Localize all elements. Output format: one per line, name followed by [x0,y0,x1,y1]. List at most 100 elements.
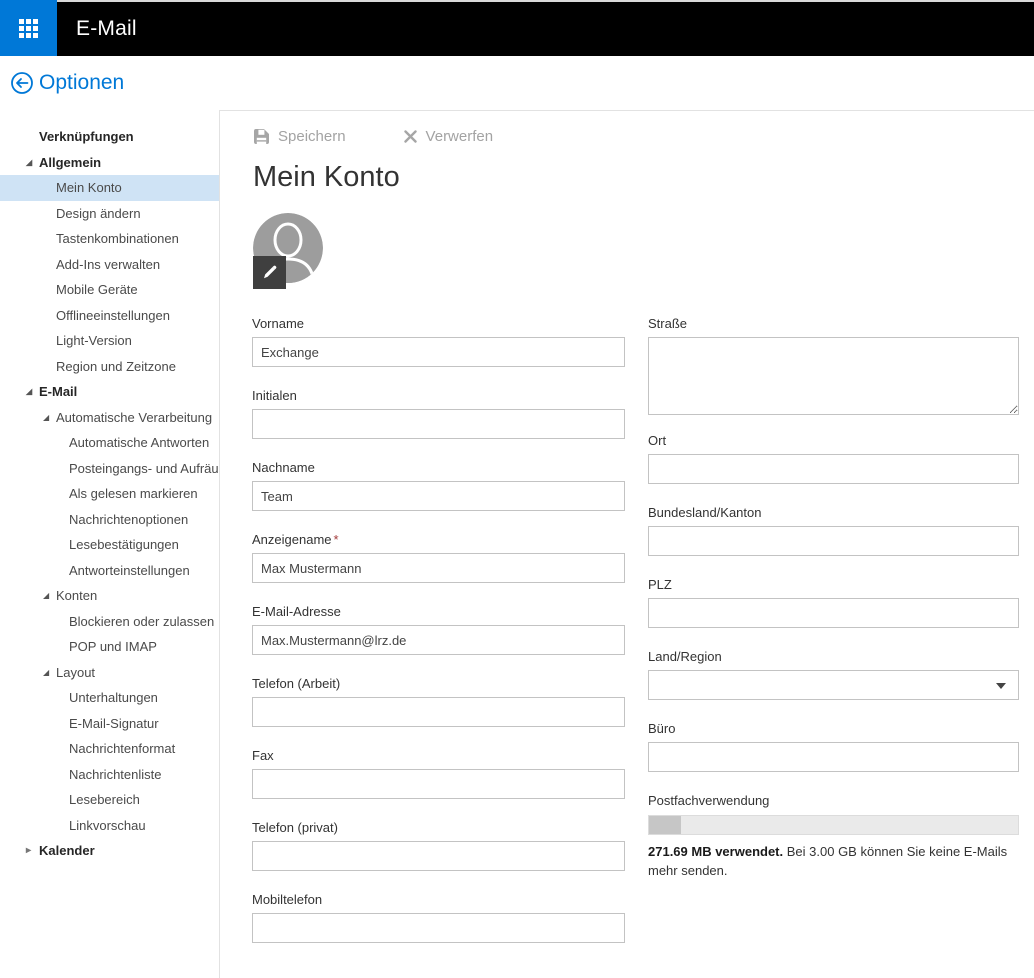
sidebar-item-mobile-gerate[interactable]: Mobile Geräte [0,277,219,303]
sidebar-item-label: Antworteinstellungen [69,563,190,578]
sidebar-item-light-version[interactable]: Light-Version [0,328,219,354]
sidebar-item-label: Linkvorschau [69,818,146,833]
sidebar-item-region-und-zeitzone[interactable]: Region und Zeitzone [0,354,219,380]
tree-expanded-icon[interactable]: ◢ [43,405,49,431]
sidebar-item-layout[interactable]: ◢Layout [0,660,219,686]
telefon-arbeit-label: Telefon (Arbeit) [252,676,625,692]
sidebar-item-add-ins-verwalten[interactable]: Add-Ins verwalten [0,252,219,278]
sidebar-item-design-andern[interactable]: Design ändern [0,201,219,227]
sidebar-item-automatische-antworten[interactable]: Automatische Antworten [0,430,219,456]
buro-label: Büro [648,721,1019,737]
required-asterisk: * [334,532,339,547]
mailbox-used-amount: 271.69 MB verwendet. [648,844,783,859]
toolbar: Speichern Verwerfen [254,128,493,145]
sidebar-item-label: Lesebereich [69,792,140,807]
options-back-button[interactable]: Optionen [0,56,124,110]
sidebar-item-label: Kalender [39,843,95,858]
tree-expanded-icon[interactable]: ◢ [26,379,32,405]
sidebar-item-label: Mein Konto [56,180,122,195]
field-mobiltelefon: Mobiltelefon [252,892,625,943]
sidebar-item-label: Region und Zeitzone [56,359,176,374]
mobiltelefon-input[interactable] [252,913,625,943]
buro-input[interactable] [648,742,1019,772]
fax-label: Fax [252,748,625,764]
sidebar-item-als-gelesen-markieren[interactable]: Als gelesen markieren [0,481,219,507]
tree-expanded-icon[interactable]: ◢ [43,583,49,609]
field-fax: Fax [252,748,625,799]
vorname-input[interactable] [252,337,625,367]
mailbox-usage-progressbar [648,815,1019,835]
field-telefon-arbeit: Telefon (Arbeit) [252,676,625,727]
telefon-privat-input[interactable] [252,841,625,871]
sidebar-item-antworteinstellungen[interactable]: Antworteinstellungen [0,558,219,584]
field-nachname: Nachname [252,460,625,511]
bundesland-kanton-label: Bundesland/Kanton [648,505,1019,521]
content-panel: Speichern Verwerfen Mein Konto VornameIn [219,110,1034,978]
sidebar-item-linkvorschau[interactable]: Linkvorschau [0,813,219,839]
sidebar-item-label: Als gelesen markieren [69,486,198,501]
options-nav-sidebar: Verknüpfungen ◢ Allgemein Mein Konto Design … [0,110,219,978]
strasse-label: Straße [648,316,1019,332]
field-e-mail-adresse: E-Mail-Adresse [252,604,625,655]
sidebar-item-mein-konto[interactable]: Mein Konto [0,175,219,201]
fax-input[interactable] [252,769,625,799]
e-mail-adresse-input[interactable] [252,625,625,655]
save-button[interactable]: Speichern [254,128,346,145]
sidebar-item-label: E-Mail-Signatur [69,716,159,731]
sidebar-item-lesebereich[interactable]: Lesebereich [0,787,219,813]
sidebar-item-e-mail-signatur[interactable]: E-Mail-Signatur [0,711,219,737]
sidebar-item-konten[interactable]: ◢Konten [0,583,219,609]
initialen-input[interactable] [252,409,625,439]
sidebar-item-label: Lesebestätigungen [69,537,179,552]
form-column-left: VornameInitialenNachnameAnzeigename*E-Ma… [252,316,625,964]
sidebar-item-blockieren-oder-zulassen[interactable]: Blockieren oder zulassen [0,609,219,635]
discard-button[interactable]: Verwerfen [404,128,494,145]
sidebar-item-offlineeinstellungen[interactable]: Offlineeinstellungen [0,303,219,329]
tree-expanded-icon[interactable]: ◢ [43,660,49,686]
vorname-label: Vorname [252,316,625,332]
sidebar-item-kalender[interactable]: ▸ Kalender [0,838,219,864]
sidebar-item-verknupfungen[interactable]: Verknüpfungen [0,124,219,150]
sidebar-item-lesebestatigungen[interactable]: Lesebestätigungen [0,532,219,558]
sidebar-item-pop-und-imap[interactable]: POP und IMAP [0,634,219,660]
sidebar-item-label: Nachrichtenoptionen [69,512,188,527]
ort-input[interactable] [648,454,1019,484]
options-title: Optionen [39,71,124,95]
sidebar-item-automatische-verarbeitung[interactable]: ◢Automatische Verarbeitung [0,405,219,431]
sidebar-item-label: Verknüpfungen [39,129,134,144]
sidebar-item-allgemein[interactable]: ◢ Allgemein [0,150,219,176]
sidebar-item-label: Tastenkombinationen [56,231,179,246]
telefon-privat-label: Telefon (privat) [252,820,625,836]
land-region-select[interactable] [648,670,1019,700]
telefon-arbeit-input[interactable] [252,697,625,727]
sidebar-item-unterhaltungen[interactable]: Unterhaltungen [0,685,219,711]
plz-label: PLZ [648,577,1019,593]
pencil-icon [261,264,278,281]
app-launcher-button[interactable] [0,0,57,56]
plz-input[interactable] [648,598,1019,628]
anzeigename-input[interactable] [252,553,625,583]
top-edge-strip [57,0,1034,2]
sidebar-item-e-mail[interactable]: ◢E-Mail [0,379,219,405]
sidebar-item-label: Automatische Antworten [69,435,209,450]
sidebar-item-nachrichtenformat[interactable]: Nachrichtenformat [0,736,219,762]
edit-photo-button[interactable] [253,256,286,289]
sidebar-item-label: Nachrichtenliste [69,767,162,782]
nachname-input[interactable] [252,481,625,511]
sidebar-item-label: Allgemein [39,155,101,170]
sidebar-item-label: Nachrichtenformat [69,741,175,756]
tree-expanded-icon[interactable]: ◢ [26,150,32,176]
strasse-textarea[interactable] [648,337,1019,415]
bundesland-kanton-input[interactable] [648,526,1019,556]
sidebar-item-tastenkombinationen[interactable]: Tastenkombinationen [0,226,219,252]
sidebar-item-label: Design ändern [56,206,141,221]
sidebar-item-nachrichtenoptionen[interactable]: Nachrichtenoptionen [0,507,219,533]
field-strasse: Straße [648,316,1019,415]
sidebar-item-nachrichtenliste[interactable]: Nachrichtenliste [0,762,219,788]
sidebar-item-label: Offlineeinstellungen [56,308,170,323]
sidebar-item-label: Posteingangs- und Aufräu [69,461,219,476]
field-ort: Ort [648,433,1019,484]
field-initialen: Initialen [252,388,625,439]
sidebar-item-posteingangs-und-aufrau[interactable]: Posteingangs- und Aufräu [0,456,219,482]
tree-collapsed-icon[interactable]: ▸ [26,838,31,864]
